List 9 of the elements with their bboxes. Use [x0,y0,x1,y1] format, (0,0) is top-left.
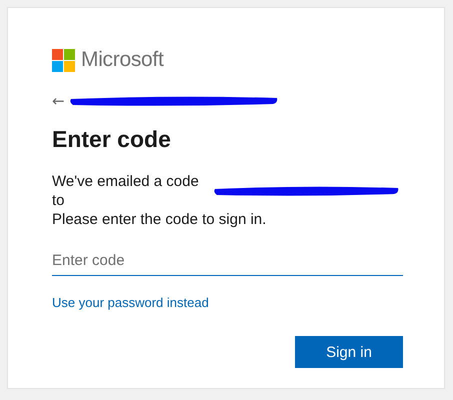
password-link[interactable]: Use your password instead [52,295,209,310]
message-text: We've emailed a code to [52,172,200,210]
message-text: Please enter the code to sign in. [52,210,266,229]
code-field[interactable]: Enter code [52,246,403,276]
back-button[interactable]: ← [52,93,65,109]
four-squares-logo-icon [52,48,75,72]
brand-name: Microsoft [81,48,164,72]
page-title: Enter code [52,125,172,154]
sign-in-button[interactable]: Sign in [295,336,403,368]
